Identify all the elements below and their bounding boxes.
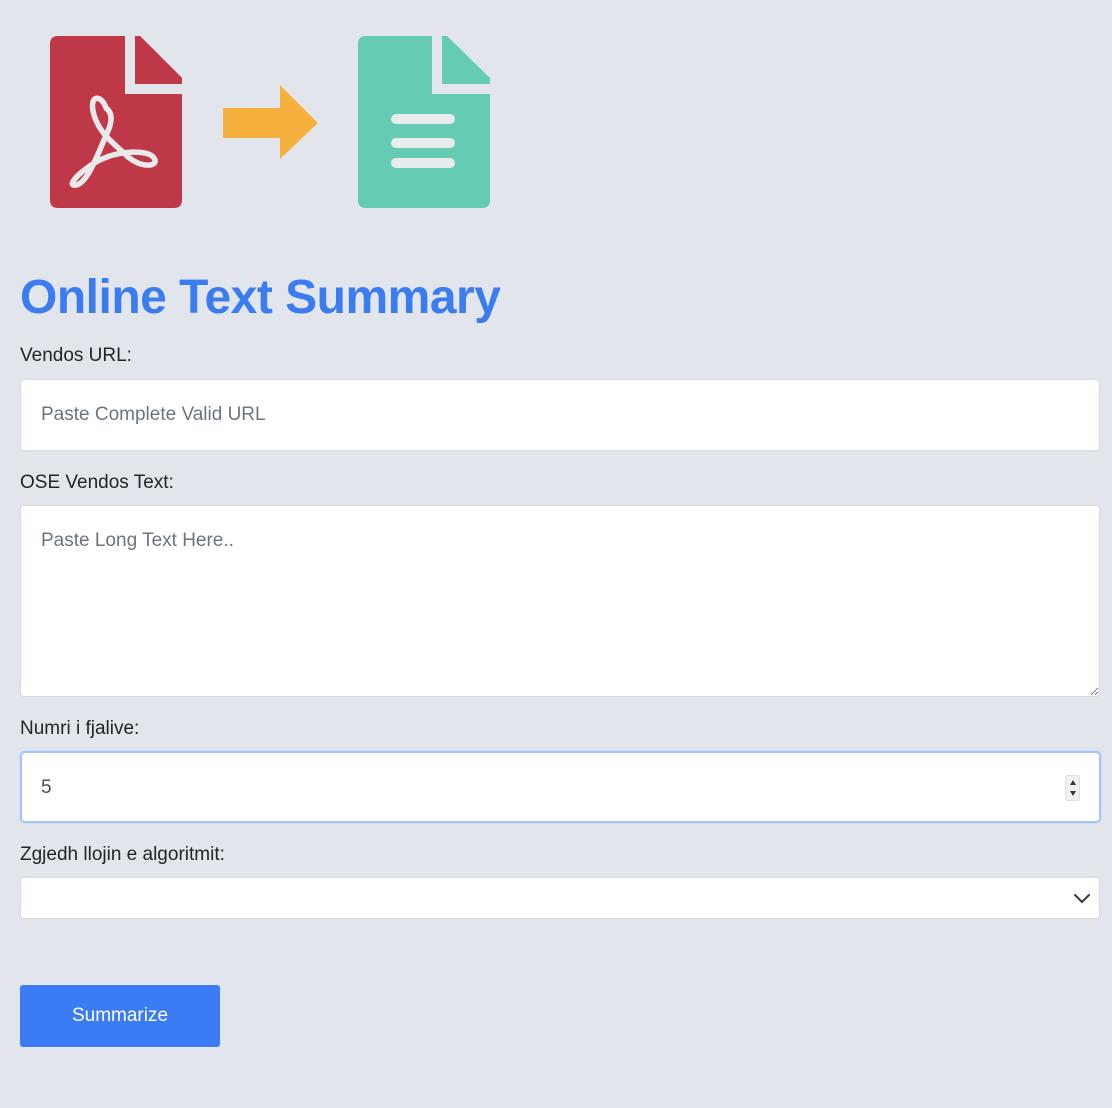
url-input[interactable] — [20, 379, 1100, 451]
sentence-count-label: Numri i fjalive: — [20, 718, 140, 739]
conversion-graphic — [50, 35, 495, 210]
sentence-count-value: 5 — [41, 777, 52, 798]
arrow-right-icon — [223, 85, 318, 159]
text-area[interactable] — [20, 505, 1100, 697]
pdf-file-icon — [50, 35, 182, 208]
stepper-down-icon[interactable] — [1069, 791, 1076, 796]
sentence-count-input[interactable]: 5 — [20, 751, 1101, 823]
algorithm-label: Zgjedh llojin e algoritmit: — [20, 844, 225, 865]
stepper-up-icon[interactable] — [1069, 780, 1076, 785]
page-title: Online Text Summary — [20, 271, 501, 324]
page: Online Text Summary Vendos URL: OSE Vend… — [0, 0, 1112, 1108]
summarize-button[interactable]: Summarize — [20, 985, 220, 1047]
text-label: OSE Vendos Text: — [20, 472, 174, 493]
text-document-icon — [358, 35, 490, 208]
number-stepper[interactable] — [1065, 775, 1080, 801]
chevron-down-icon — [1074, 894, 1090, 903]
conversion-graphic-svg — [50, 35, 490, 208]
algorithm-select[interactable] — [20, 877, 1100, 919]
url-label: Vendos URL: — [20, 345, 132, 366]
